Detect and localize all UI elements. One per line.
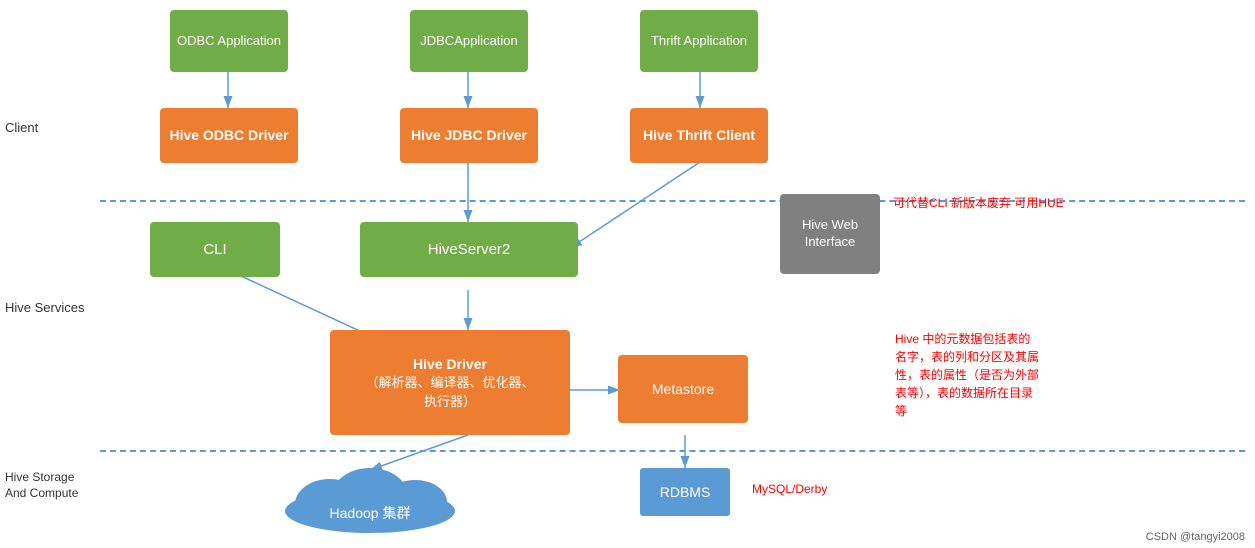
hive-thrift-box: Hive Thrift Client xyxy=(630,108,768,163)
rdbms-note: MySQL/Derby xyxy=(752,480,827,498)
hive-storage-label: Hive StorageAnd Compute xyxy=(5,470,100,501)
jdbc-app-box: JDBCApplication xyxy=(410,10,528,72)
svg-text:Hadoop 集群: Hadoop 集群 xyxy=(330,505,411,521)
divider-1 xyxy=(100,200,1245,202)
cli-box: CLI xyxy=(150,222,280,277)
metastore-note: Hive 中的元数据包括表的名字，表的列和分区及其属性，表的属性（是否为外部表等… xyxy=(895,330,1215,420)
divider-2 xyxy=(100,450,1245,452)
odbc-app-box: ODBC Application xyxy=(170,10,288,72)
hive-driver-box: Hive Driver （解析器、编译器、优化器、执行器） xyxy=(330,330,570,435)
rdbms-box: RDBMS xyxy=(640,468,730,516)
hiveserver2-box: HiveServer2 xyxy=(360,222,578,277)
hive-web-box: Hive Web Interface xyxy=(780,194,880,274)
metastore-box: Metastore xyxy=(618,355,748,423)
hadoop-box: Hadoop 集群 xyxy=(270,466,470,538)
hive-web-note: 可代替CLI 新版本废弃 可用HUE xyxy=(893,194,1064,212)
hive-jdbc-box: Hive JDBC Driver xyxy=(400,108,538,163)
hive-services-label: Hive Services xyxy=(5,300,100,317)
thrift-app-box: Thrift Application xyxy=(640,10,758,72)
hive-odbc-box: Hive ODBC Driver xyxy=(160,108,298,163)
client-label: Client xyxy=(5,120,105,137)
watermark: CSDN @tangyi2008 xyxy=(1146,531,1245,543)
diagram-container: Client Hive Services Hive StorageAnd Com… xyxy=(0,0,1255,548)
